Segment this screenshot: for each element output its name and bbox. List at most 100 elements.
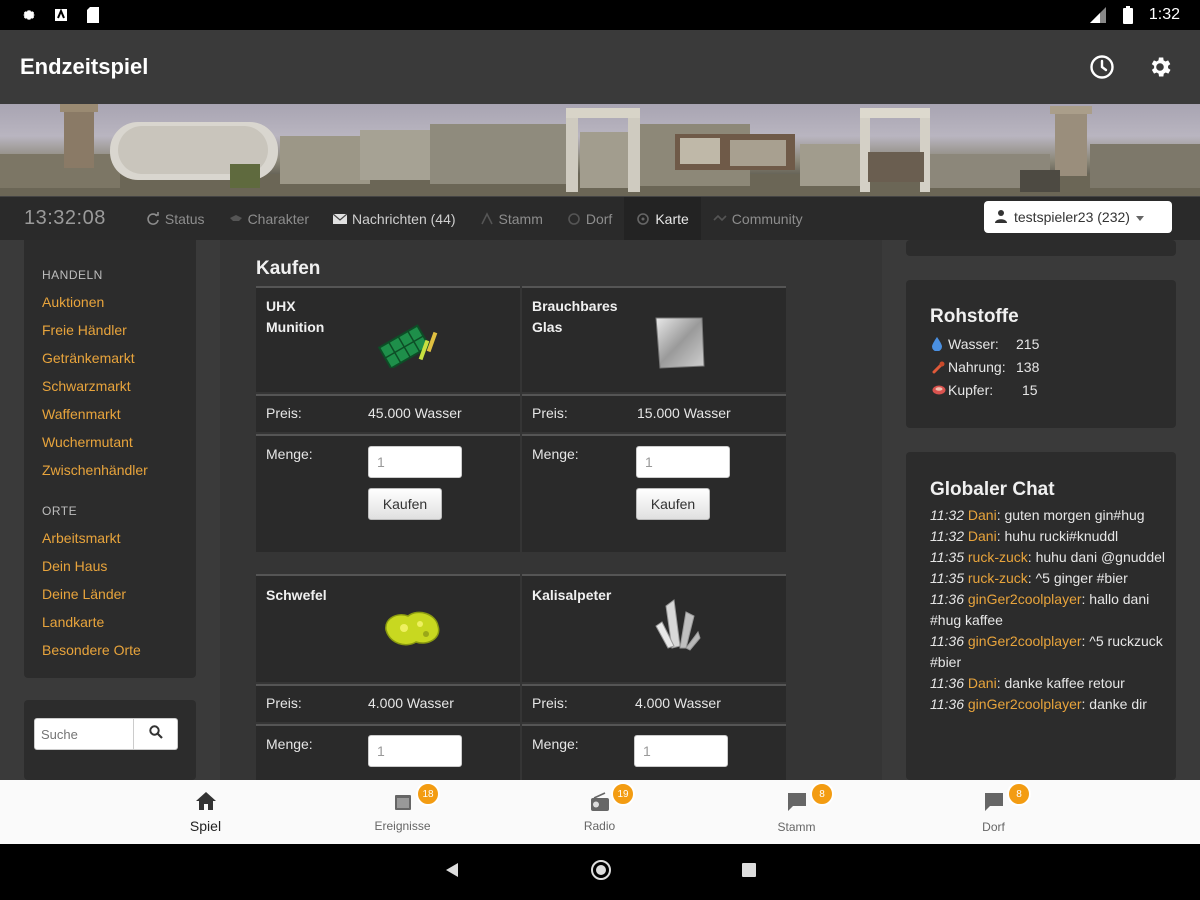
- nav-item-karte[interactable]: Karte: [624, 196, 701, 241]
- android-status-bar: 1:32: [0, 0, 1200, 30]
- quantity-input[interactable]: [636, 446, 730, 478]
- nav-item-charakter[interactable]: Charakter: [217, 197, 321, 241]
- bottom-nav-radio[interactable]: Radio 19: [501, 780, 698, 844]
- envelope-icon: [333, 212, 348, 226]
- sidebar-link-auktionen[interactable]: Auktionen: [42, 294, 104, 310]
- gear-icon[interactable]: [1146, 53, 1174, 81]
- chat-username[interactable]: ruck-zuck: [968, 570, 1028, 586]
- signal-icon: [1089, 6, 1107, 24]
- sulfur-icon: [382, 606, 442, 655]
- crystal-icon: [652, 598, 702, 657]
- chat-message: 11:36 ginGer2coolplayer: danke dir: [930, 696, 1147, 712]
- chat-username[interactable]: ginGer2coolplayer: [968, 696, 1082, 712]
- android-nav-bar: [0, 844, 1200, 900]
- map-icon: [636, 212, 650, 226]
- sidebar-link-getraenkemarkt[interactable]: Getränkemarkt: [42, 350, 135, 366]
- recents-square-icon[interactable]: [742, 862, 756, 882]
- sidebar-link-waffenmarkt[interactable]: Waffenmarkt: [42, 406, 121, 422]
- home-circle-icon[interactable]: [590, 859, 612, 886]
- user-icon: [994, 209, 1008, 226]
- sd-card-icon: [84, 6, 102, 24]
- chat-username[interactable]: ginGer2coolplayer: [968, 633, 1082, 649]
- sidebar-link-arbeitsmarkt[interactable]: Arbeitsmarkt: [42, 530, 121, 546]
- chat-message: 11:32 Dani: huhu rucki#knuddl: [930, 528, 1119, 544]
- app-root: 1:32 Endzeitspiel 13:32:08 Status Charak…: [0, 0, 1200, 900]
- bottom-nav-ereignisse[interactable]: Ereignisse 18: [304, 780, 501, 844]
- sidebar-link-dein-haus[interactable]: Dein Haus: [42, 558, 107, 574]
- chat-title: Globaler Chat: [930, 479, 1055, 500]
- resource-copper: Kupfer: 15: [932, 382, 1038, 398]
- food-icon: [932, 360, 948, 374]
- sidebar-link-deine-laender[interactable]: Deine Länder: [42, 586, 126, 602]
- water-drop-icon: [932, 337, 948, 351]
- chat-bubble-icon: [786, 791, 808, 816]
- settings-notification-icon: [20, 6, 38, 24]
- search-button[interactable]: [134, 718, 178, 750]
- price-value: 4.000 Wasser: [368, 695, 454, 711]
- quantity-label: Menge:: [532, 736, 579, 752]
- product-name: Kalisalpeter: [532, 587, 612, 603]
- sidebar-link-wuchermutant[interactable]: Wuchermutant: [42, 434, 133, 450]
- village-icon: [567, 212, 581, 226]
- chat-username[interactable]: ruck-zuck: [968, 549, 1028, 565]
- product-name: UHX Munition: [266, 298, 325, 335]
- refresh-icon: [146, 211, 160, 226]
- history-clock-icon[interactable]: [1088, 53, 1116, 81]
- user-menu-button[interactable]: testspieler23 (232): [984, 201, 1172, 233]
- top-panel-edge: [906, 240, 1176, 256]
- sidebar-link-zwischenhaendler[interactable]: Zwischenhändler: [42, 462, 148, 478]
- bottom-nav-stamm[interactable]: Stamm 8: [698, 780, 895, 844]
- quantity-input[interactable]: [368, 446, 462, 478]
- user-name: testspieler23 (232): [1014, 209, 1130, 225]
- caret-down-icon: [1135, 209, 1144, 225]
- nav-item-nachrichten[interactable]: Nachrichten (44): [321, 197, 468, 241]
- chat-message: 11:36 Dani: danke kaffee retour: [930, 675, 1125, 691]
- price-value: 15.000 Wasser: [637, 405, 731, 421]
- badge-stamm: 8: [810, 782, 834, 806]
- copper-icon: [932, 385, 948, 395]
- chat-username[interactable]: Dani: [968, 528, 997, 544]
- chat-username[interactable]: ginGer2coolplayer: [968, 591, 1082, 607]
- sidebar-link-landkarte[interactable]: Landkarte: [42, 614, 104, 630]
- status-time: 1:32: [1148, 6, 1180, 23]
- chat-message: 11:35 ruck-zuck: ^5 ginger #bier: [930, 570, 1128, 586]
- chat-message: 11:36 ginGer2coolplayer: ^5 ruckzuck #bi…: [930, 633, 1163, 670]
- back-icon[interactable]: [444, 862, 460, 883]
- chat-bubble-icon: [983, 791, 1005, 816]
- resource-water: Wasser: 215: [932, 336, 1039, 352]
- quantity-input[interactable]: [634, 735, 728, 767]
- price-label: Preis:: [266, 405, 302, 421]
- sidebar-link-freie-haendler[interactable]: Freie Händler: [42, 322, 127, 338]
- app-bar: Endzeitspiel: [0, 30, 1200, 104]
- quantity-input[interactable]: [368, 735, 462, 767]
- server-clock: 13:32:08: [24, 207, 106, 229]
- sidebar-link-schwarzmarkt[interactable]: Schwarzmarkt: [42, 378, 131, 394]
- chat-message: 11:36 ginGer2coolplayer: hallo dani #hug…: [930, 591, 1150, 628]
- bottom-nav-dorf[interactable]: Dorf 8: [895, 780, 1092, 844]
- sidebar-link-besondere-orte[interactable]: Besondere Orte: [42, 642, 141, 658]
- quantity-label: Menge:: [266, 736, 313, 752]
- chat-username[interactable]: Dani: [968, 507, 997, 523]
- chat-message: 11:32 Dani: guten morgen gin#hug: [930, 507, 1145, 523]
- events-icon: [393, 792, 413, 815]
- product-name: Schwefel: [266, 587, 327, 603]
- price-value: 4.000 Wasser: [635, 695, 721, 711]
- nav-item-status[interactable]: Status: [134, 197, 217, 241]
- search-box: [34, 718, 178, 750]
- search-input[interactable]: [34, 718, 134, 750]
- chat-username[interactable]: Dani: [968, 675, 997, 691]
- buy-button[interactable]: Kaufen: [368, 488, 442, 520]
- price-label: Preis:: [532, 695, 568, 711]
- nav-item-dorf[interactable]: Dorf: [555, 197, 624, 241]
- bottom-navigation: Spiel Ereignisse 18 Radio 19 Stamm 8 Dor…: [0, 780, 1200, 844]
- nav-item-community[interactable]: Community: [701, 197, 815, 241]
- app-title: Endzeitspiel: [20, 54, 149, 79]
- buy-button[interactable]: Kaufen: [636, 488, 710, 520]
- resource-food: Nahrung: 138: [932, 359, 1039, 375]
- bottom-nav-spiel[interactable]: Spiel: [107, 780, 304, 844]
- radio-icon: [590, 791, 610, 815]
- sidebar-section-orte: ORTE: [42, 504, 78, 518]
- ammo-icon: [377, 318, 442, 373]
- nav-item-stamm[interactable]: Stamm: [468, 197, 555, 241]
- character-icon: [229, 212, 243, 226]
